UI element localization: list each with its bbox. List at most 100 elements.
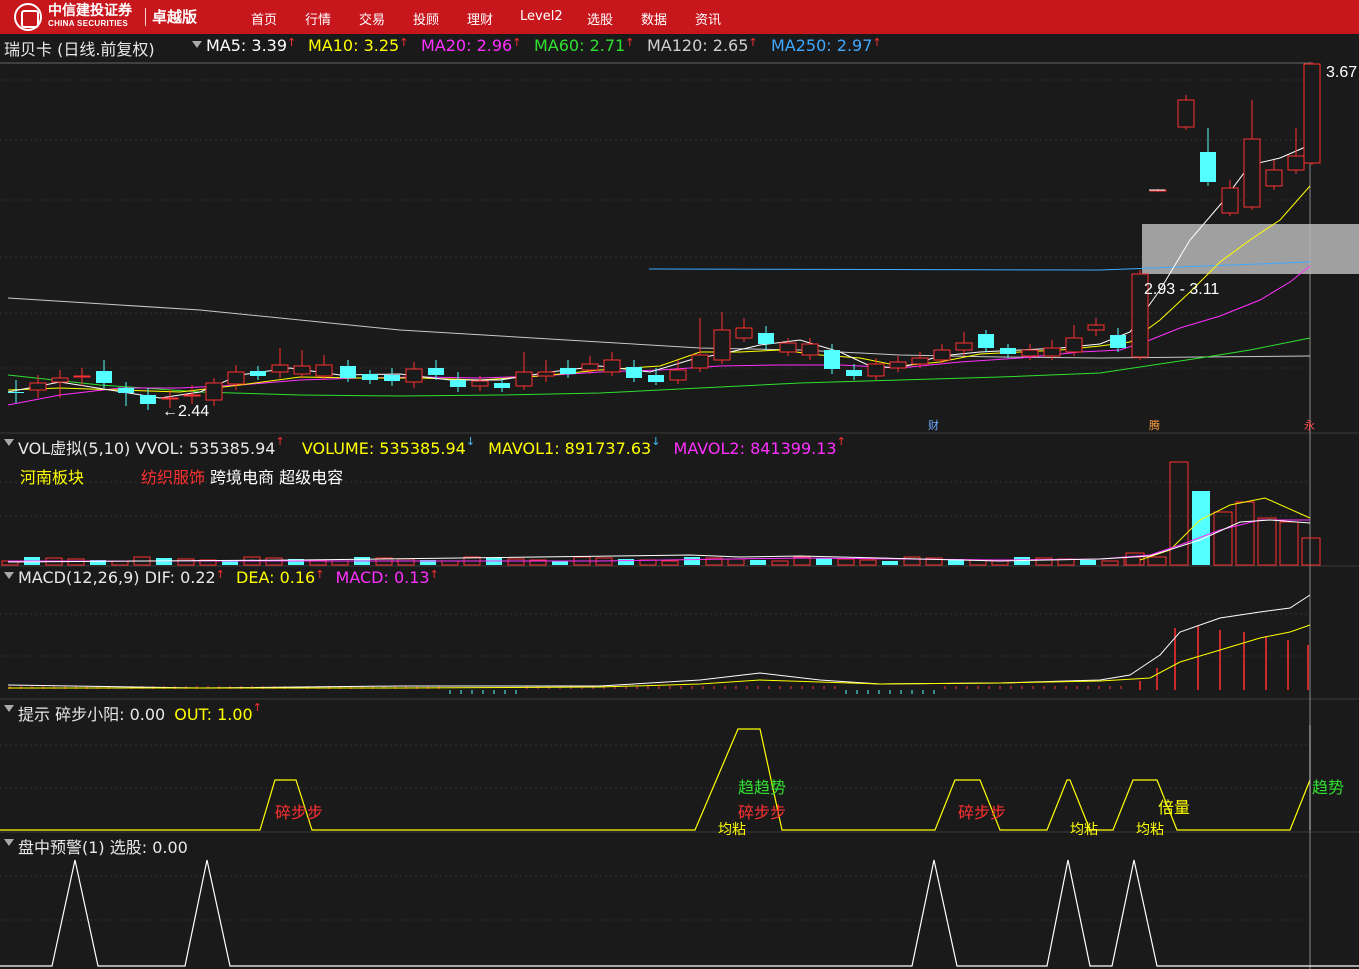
volume-bar	[1301, 537, 1321, 566]
vvol-line	[7, 519, 1311, 563]
hint-label-junnian-1: 均粘	[718, 822, 746, 838]
macd-panel-title: MACD(12,26,9) DIF: 0.22↑ DEA: 0.16↑ MACD…	[18, 568, 439, 587]
candle	[1200, 128, 1216, 186]
hint-panel-title: 提示 碎步小阳: 0.00 OUT: 1.00↑	[18, 701, 262, 724]
candle	[824, 344, 840, 374]
candle	[205, 378, 223, 406]
hint-label-suibu-1: 碎步步	[275, 803, 323, 822]
volume-bar	[1125, 552, 1145, 566]
volume-bar	[1235, 501, 1255, 566]
hint-signal-line	[0, 728, 1311, 831]
low-price-label: ←2.44	[162, 403, 209, 420]
candle	[758, 326, 774, 350]
volume-bar	[684, 557, 700, 565]
dif-line	[7, 594, 1311, 689]
candle	[889, 356, 907, 372]
grid-lines	[0, 79, 1310, 921]
candle	[713, 312, 731, 364]
candle	[118, 382, 134, 406]
hint-label-trend-2: 趋势	[1312, 778, 1344, 797]
volume-bar	[859, 559, 877, 566]
volume-bar	[1101, 560, 1119, 566]
alert-menu-icon[interactable]	[4, 839, 14, 846]
sector-tag-concepts[interactable]: 跨境电商 超级电容	[210, 464, 343, 488]
candle	[384, 368, 400, 386]
macd-menu-icon[interactable]	[4, 572, 14, 579]
candle	[867, 358, 885, 380]
volume-bar	[837, 558, 855, 566]
candle	[1243, 100, 1261, 210]
vol-menu-icon[interactable]	[4, 439, 14, 446]
vol-panel-title: VOL虚拟(5,10) VVOL: 535385.94↑ VOLUME: 535…	[18, 435, 846, 458]
sector-tag-henan[interactable]: 河南板块	[20, 464, 84, 488]
alert-panel-title: 盘中预警(1) 选股: 0.00	[18, 838, 188, 857]
candle	[626, 360, 642, 382]
volume-bar	[1257, 517, 1277, 566]
volume-bar	[222, 561, 238, 565]
volume-bar	[991, 560, 1009, 566]
candle	[250, 366, 266, 380]
volume-bar	[397, 558, 415, 566]
candle	[450, 372, 466, 392]
volume-bar	[1213, 511, 1233, 566]
event-marker-finance[interactable]: 财	[928, 418, 939, 432]
volume-bar	[1147, 556, 1167, 566]
event-marker-yong[interactable]: 永	[1304, 418, 1315, 432]
event-marker-teng[interactable]: 腾	[1149, 418, 1160, 432]
candle	[1177, 95, 1195, 130]
dea-line	[8, 624, 1311, 689]
candle	[1000, 344, 1016, 358]
volume-bar	[816, 558, 832, 565]
hint-menu-icon[interactable]	[4, 705, 14, 712]
candle	[96, 360, 112, 388]
volume-bar	[750, 560, 766, 565]
candle	[1265, 160, 1283, 190]
hint-label-trend-1: 趋趋势	[738, 778, 786, 797]
candle	[560, 360, 576, 378]
range-label: 2.93 - 3.11	[1144, 281, 1219, 298]
volume-bar	[177, 558, 195, 566]
hint-label-junnian-2: 均粘	[1070, 822, 1098, 838]
ma5-line	[7, 144, 1311, 399]
hint-label-beiliang: 倍量	[1158, 798, 1190, 817]
volume-bar	[441, 560, 459, 566]
sector-tag-textile[interactable]: 纺织服饰	[141, 464, 205, 488]
candle	[293, 350, 311, 378]
ma120-line	[7, 297, 1311, 359]
candle	[362, 370, 378, 384]
volume-bar	[771, 560, 789, 566]
panel-separators	[0, 432, 1359, 833]
candle	[51, 370, 69, 398]
candle	[405, 362, 423, 388]
candle	[1303, 62, 1321, 165]
volume-bar	[507, 558, 525, 566]
candle	[315, 355, 333, 380]
hint-label-suibu-2: 碎步步	[738, 803, 786, 822]
high-price-label: 3.67	[1326, 64, 1357, 81]
volume-bar	[661, 560, 679, 566]
volume-bar	[1169, 461, 1189, 566]
candle	[1087, 318, 1105, 336]
candle	[1287, 128, 1305, 174]
candle	[515, 352, 533, 390]
hint-label-junnian-3: 均粘	[1136, 822, 1164, 838]
volume-bar	[552, 561, 568, 565]
ma10-line	[7, 185, 1311, 393]
macd-bars	[9, 626, 1309, 694]
candle	[669, 360, 687, 384]
candle	[537, 360, 555, 382]
volume-bar	[727, 558, 745, 566]
candle	[691, 318, 709, 372]
candle	[603, 352, 621, 376]
volume-bar	[1080, 560, 1096, 565]
volume-bar	[618, 559, 634, 565]
candle	[271, 348, 289, 378]
candle	[955, 332, 973, 356]
volume-bar	[1192, 491, 1210, 565]
candle	[933, 344, 951, 364]
mavol2-line	[8, 519, 1310, 562]
hint-label-suibu-3: 碎步步	[958, 803, 1006, 822]
volume-bar	[882, 561, 898, 565]
candle	[735, 318, 753, 342]
volume-bar	[1279, 521, 1299, 566]
